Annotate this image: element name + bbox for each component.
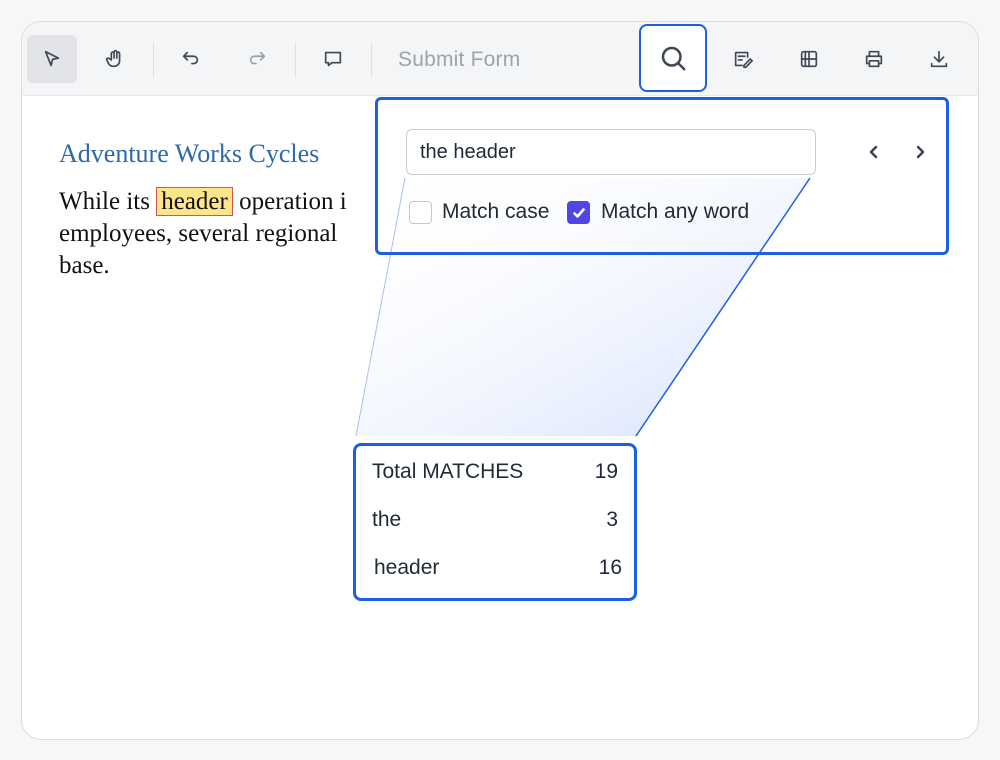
comment-bubble-icon xyxy=(324,51,342,67)
pan-tool-button[interactable] xyxy=(90,35,140,83)
result-label: the xyxy=(372,508,402,531)
next-match-button[interactable] xyxy=(908,140,932,164)
toolbar-divider xyxy=(371,42,372,78)
result-count: 3 xyxy=(606,508,618,531)
chevron-left-icon xyxy=(869,145,878,159)
match-any-word-checkbox[interactable] xyxy=(567,201,590,224)
search-icon xyxy=(661,46,686,71)
undo-button[interactable] xyxy=(166,35,216,83)
download-icon xyxy=(930,50,948,68)
chevron-right-icon xyxy=(916,145,925,159)
printer-icon xyxy=(865,50,883,68)
grid-pages-icon xyxy=(800,50,818,68)
submit-form-button[interactable]: Submit Form xyxy=(398,48,520,72)
result-label: header xyxy=(374,556,440,579)
toolbar-divider xyxy=(153,42,154,78)
document-title: Adventure Works Cycles xyxy=(59,139,320,168)
previous-match-button[interactable] xyxy=(862,140,886,164)
document-line: base. xyxy=(59,252,110,279)
search-input[interactable]: the header xyxy=(406,129,816,175)
print-button[interactable] xyxy=(849,35,899,83)
document-line: employees, several regional xyxy=(59,220,338,247)
cursor-arrow-icon xyxy=(44,50,60,67)
redo-button[interactable] xyxy=(232,35,282,83)
result-row: header 16 xyxy=(356,556,634,586)
search-button[interactable] xyxy=(639,24,707,92)
result-row: Total MATCHES 19 xyxy=(356,460,634,490)
match-results-panel: Total MATCHES 19 the 3 header 16 xyxy=(353,443,637,601)
search-highlight: header xyxy=(156,187,233,216)
comment-button[interactable] xyxy=(308,35,358,83)
document-text: While its xyxy=(59,188,157,215)
result-count: 16 xyxy=(598,556,622,579)
find-panel: the header Match case Match any word xyxy=(375,97,949,255)
toolbar-divider xyxy=(295,42,296,78)
document-line: While its header operation i xyxy=(59,186,389,218)
checkmark-icon xyxy=(572,207,585,218)
match-case-checkbox[interactable] xyxy=(409,201,432,224)
select-tool-button[interactable] xyxy=(27,35,77,83)
result-row: the 3 xyxy=(356,508,634,538)
result-count: 19 xyxy=(594,460,618,483)
redo-icon xyxy=(249,51,266,65)
document-body: While its header operation i employees, … xyxy=(59,186,389,282)
form-designer-button[interactable] xyxy=(718,35,768,83)
find-panel-content: the header Match case Match any word xyxy=(378,100,946,252)
match-any-word-label[interactable]: Match any word xyxy=(601,200,749,224)
form-edit-icon xyxy=(734,51,753,69)
document-text: operation i xyxy=(232,188,347,215)
result-label: Total MATCHES xyxy=(372,460,524,483)
organize-pages-button[interactable] xyxy=(784,35,834,83)
toolbar: Submit Form xyxy=(22,22,978,96)
download-button[interactable] xyxy=(914,35,964,83)
undo-icon xyxy=(182,51,199,65)
hand-icon xyxy=(105,49,121,68)
match-case-label[interactable]: Match case xyxy=(442,200,549,224)
